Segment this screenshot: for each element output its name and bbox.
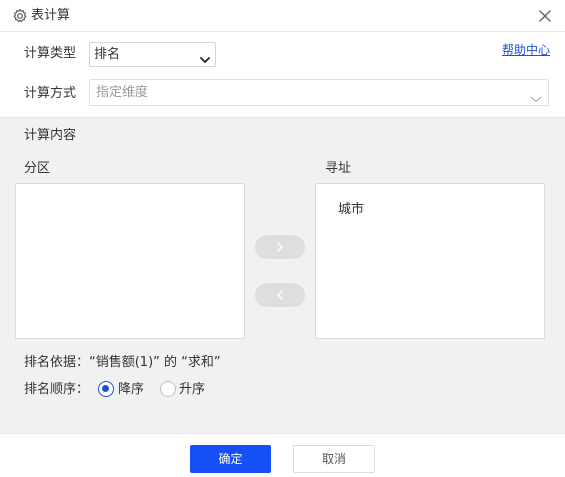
calc-type-label: 计算类型 (24, 46, 77, 61)
gear-icon (12, 8, 28, 24)
section-title: 计算内容 (24, 128, 77, 143)
chevron-right-icon (277, 242, 283, 252)
chevron-down-icon (200, 50, 210, 63)
radio-ascending-label[interactable]: 升序 (179, 382, 205, 398)
move-right-button[interactable] (255, 235, 305, 259)
addressing-list[interactable]: 城市 (315, 183, 545, 339)
rank-basis-text: 排名依据：“销售额(1)” 的 “求和” (24, 355, 221, 370)
radio-descending-label[interactable]: 降序 (118, 382, 144, 398)
calc-type-select[interactable]: 排名 (89, 42, 216, 67)
calc-method-select[interactable]: 指定维度 (89, 79, 549, 106)
radio-descending[interactable] (98, 381, 114, 397)
close-icon[interactable] (536, 7, 554, 25)
partition-label: 分区 (24, 161, 51, 176)
dialog-title: 表计算 (31, 8, 71, 23)
radio-ascending[interactable] (160, 381, 176, 397)
calc-type-value: 排名 (94, 47, 121, 62)
help-center-link[interactable]: 帮助中心 (502, 42, 550, 58)
chevron-left-icon (277, 290, 283, 300)
dialog-titlebar: 表计算 (0, 0, 565, 32)
move-left-button[interactable] (255, 283, 305, 307)
list-item[interactable]: 城市 (338, 202, 364, 218)
partition-list[interactable] (15, 183, 245, 339)
calc-content-panel: 计算内容 分区 寻址 城市 排名依据：“销售额(1)” 的 “求和” 排名顺序：… (0, 117, 565, 433)
chevron-down-icon (530, 88, 542, 103)
calc-method-label: 计算方式 (24, 86, 77, 101)
ok-button[interactable]: 确定 (190, 445, 271, 473)
addressing-label: 寻址 (325, 161, 352, 176)
dialog-footer: 确定 取消 (0, 433, 565, 477)
rank-order-label: 排名顺序： (24, 382, 90, 397)
calc-method-placeholder: 指定维度 (96, 85, 149, 100)
cancel-button[interactable]: 取消 (293, 445, 375, 473)
